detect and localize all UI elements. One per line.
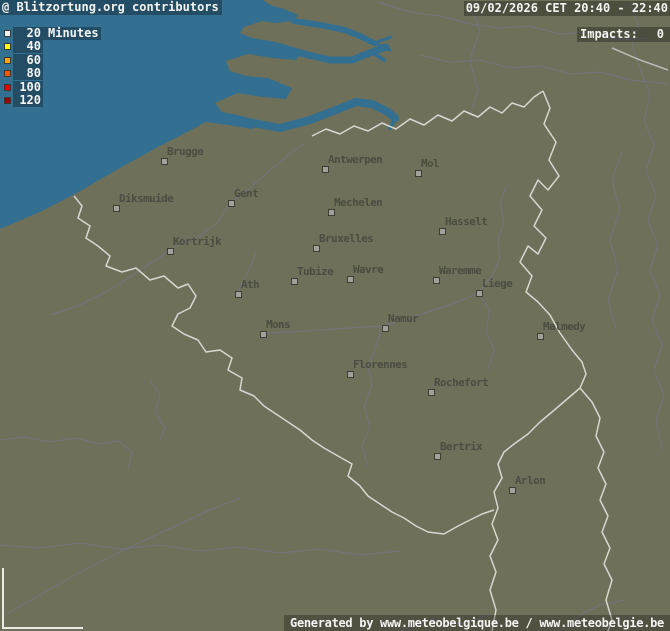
city-label-antwerpen: Antwerpen [328, 154, 382, 165]
legend-swatch [4, 84, 11, 91]
city-label-arlon: Arlon [515, 475, 545, 486]
legend-swatch [4, 57, 11, 64]
city-marker-bertrix [434, 453, 441, 460]
city-marker-waremme [433, 277, 440, 284]
city-marker-gent [228, 200, 235, 207]
duration-legend: 20Minutes406080100120 [4, 27, 101, 107]
city-label-diksmuide: Diksmuide [119, 193, 173, 204]
city-marker-mol [415, 170, 422, 177]
legend-row: 40 [4, 40, 101, 53]
impacts-label: Impacts: [580, 27, 638, 42]
city-marker-kortrijk [167, 248, 174, 255]
legend-text: 40 [13, 40, 43, 53]
city-marker-liege [476, 290, 483, 297]
city-label-gent: Gent [234, 188, 258, 199]
credit-label: @ Blitzortung.org contributors [0, 0, 222, 15]
city-label-brugge: Brugge [167, 146, 203, 157]
city-marker-mons [260, 331, 267, 338]
city-marker-diksmuide [113, 205, 120, 212]
impacts-counter: Impacts: 0 [577, 27, 670, 42]
legend-minutes-value: 120 [15, 94, 41, 107]
impacts-value: 0 [657, 27, 664, 42]
city-marker-mechelen [328, 209, 335, 216]
legend-text: 80 [13, 67, 43, 80]
legend-minutes-value: 40 [15, 40, 41, 53]
city-label-mechelen: Mechelen [334, 197, 382, 208]
footer-credit: Generated by www.meteobelgique.be / www.… [284, 615, 670, 631]
legend-text: 60 [13, 54, 43, 67]
datetime-label: 09/02/2026 CET 20:40 - 22:40 [464, 1, 670, 16]
city-label-mons: Mons [266, 319, 290, 330]
city-label-rochefort: Rochefort [434, 377, 488, 388]
legend-minutes-value: 20 [15, 27, 41, 40]
city-label-wavre: Wavre [353, 264, 383, 275]
legend-minutes-value: 100 [15, 81, 41, 94]
city-marker-ath [235, 291, 242, 298]
city-marker-arlon [509, 487, 516, 494]
legend-swatch [4, 70, 11, 77]
legend-row: 60 [4, 54, 101, 67]
city-marker-namur [382, 325, 389, 332]
legend-text: 20Minutes [13, 27, 101, 40]
legend-row: 80 [4, 67, 101, 80]
city-marker-bruxelles [313, 245, 320, 252]
city-label-malmedy: Malmedy [543, 321, 585, 332]
city-label-kortrijk: Kortrijk [173, 236, 221, 247]
city-marker-wavre [347, 276, 354, 283]
legend-row: 120 [4, 94, 101, 107]
lightning-map: Brugge Antwerpen Mol Gent Diksmuide Mechelen H… [0, 0, 670, 631]
legend-row: 100 [4, 81, 101, 94]
city-label-bruxelles: Bruxelles [319, 233, 373, 244]
legend-minutes-value: 60 [15, 54, 41, 67]
legend-text: 100 [13, 81, 43, 94]
legend-text: 120 [13, 94, 43, 107]
legend-minutes-value: 80 [15, 67, 41, 80]
legend-row: 20Minutes [4, 27, 101, 40]
legend-swatch [4, 97, 11, 104]
city-label-waremme: Waremme [439, 265, 481, 276]
city-label-florennes: Florennes [353, 359, 407, 370]
legend-swatch [4, 43, 11, 50]
city-label-bertrix: Bertrix [440, 441, 482, 452]
city-marker-hasselt [439, 228, 446, 235]
city-label-ath: Ath [241, 279, 259, 290]
city-marker-malmedy [537, 333, 544, 340]
city-marker-brugge [161, 158, 168, 165]
city-label-hasselt: Hasselt [445, 216, 487, 227]
city-label-mol: Mol [421, 158, 439, 169]
city-marker-rochefort [428, 389, 435, 396]
city-marker-tubize [291, 278, 298, 285]
city-marker-florennes [347, 371, 354, 378]
city-label-tubize: Tubize [297, 266, 333, 277]
legend-unit-label: Minutes [41, 27, 99, 40]
city-label-namur: Namur [388, 313, 418, 324]
city-label-liege: Liege [482, 278, 512, 289]
legend-swatch [4, 30, 11, 37]
city-marker-antwerpen [322, 166, 329, 173]
